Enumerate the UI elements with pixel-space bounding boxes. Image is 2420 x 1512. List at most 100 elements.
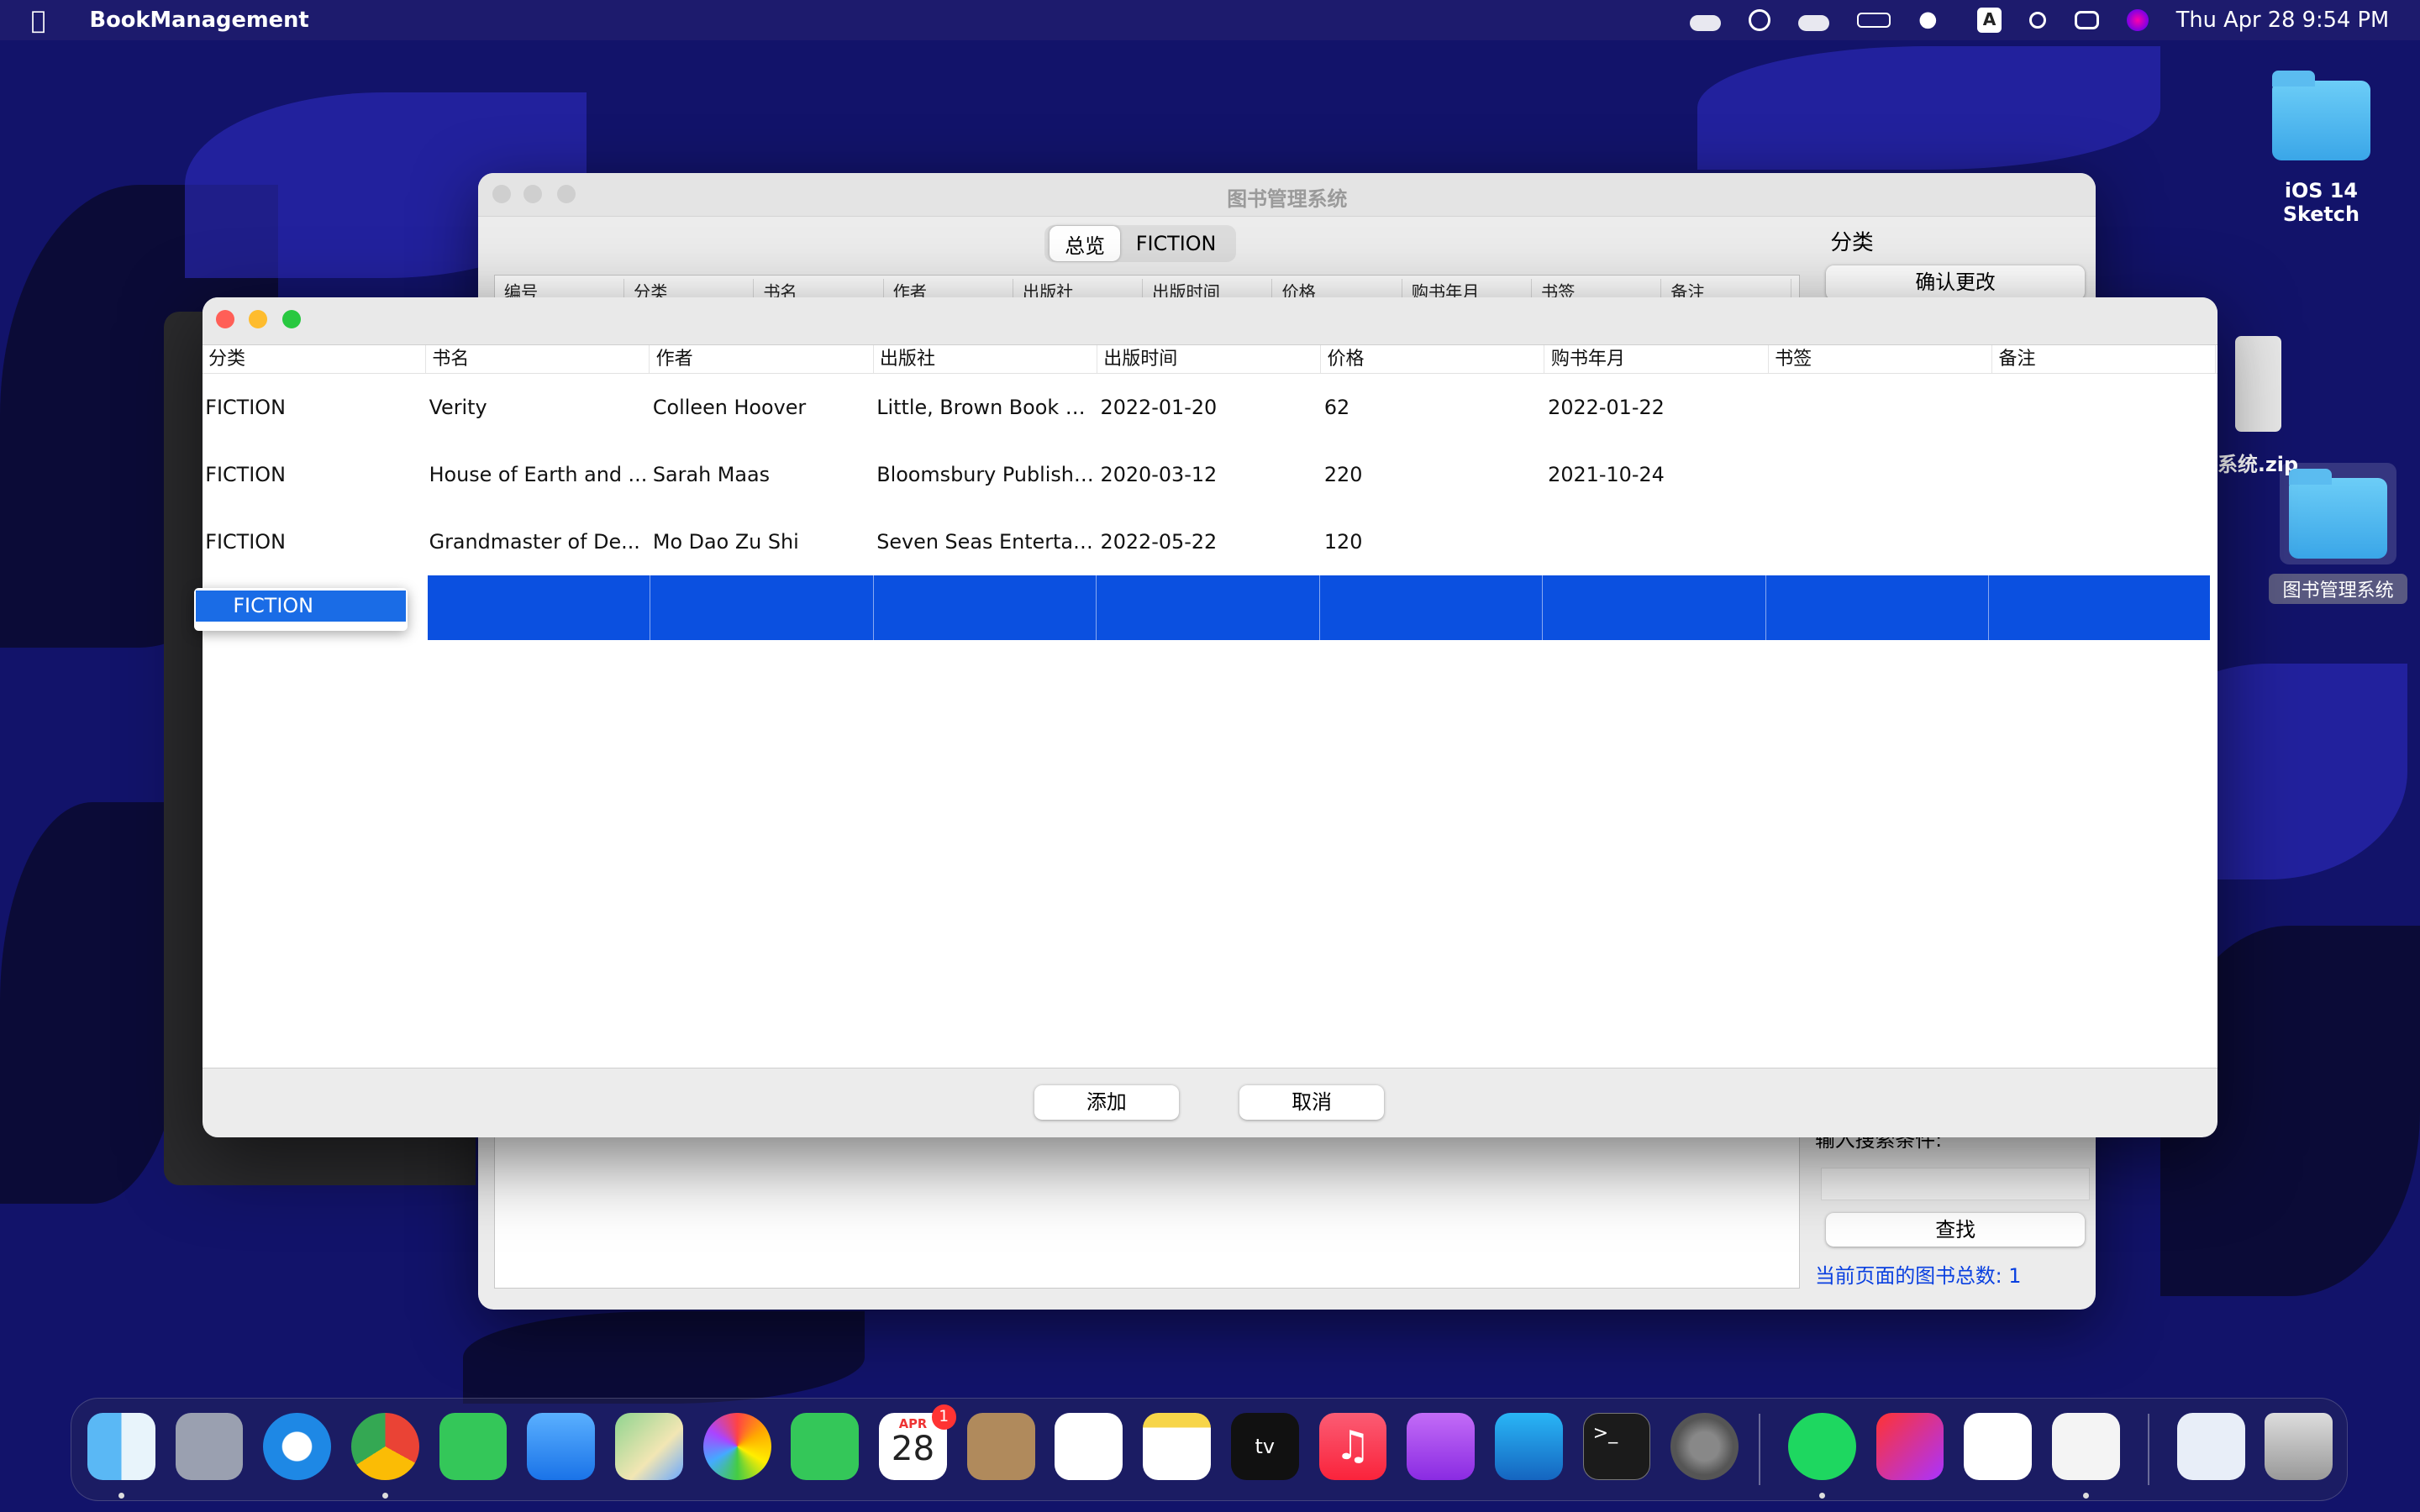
table-cell[interactable]: Verity [426,396,650,419]
column-header[interactable]: 出版社 [1013,278,1144,297]
editable-cell[interactable] [1097,575,1320,641]
add-book-dialog[interactable]: 分类 书名 作者 出版社 出版时间 价格 购书年月 书签 备注 FICTION … [202,297,2218,1137]
new-row-selected[interactable] [427,575,2210,641]
editable-cell[interactable] [1543,575,1766,641]
editable-cell[interactable] [1319,575,1544,641]
column-header-author[interactable]: 作者 [650,345,874,374]
table-cell[interactable]: Grandmaster of De... [426,530,650,554]
search-input[interactable] [1821,1168,2090,1201]
column-header[interactable]: 价格 [1272,278,1402,297]
column-header[interactable]: 出版时间 [1143,278,1273,297]
tab-fiction[interactable]: FICTION [1120,229,1231,259]
calendar-icon[interactable]: APR 28 1 [879,1404,956,1481]
battery-icon[interactable] [1856,12,1891,29]
column-header[interactable]: 购书年月 [1402,278,1532,297]
table-cell[interactable]: 2021-10-24 [1544,463,1768,486]
spotify-icon[interactable] [1787,1412,1856,1481]
table-row[interactable]: FICTION House of Earth and ... Sarah Maa… [203,441,2218,508]
column-header[interactable]: 书名 [754,278,884,297]
table-cell[interactable]: FICTION [203,463,426,486]
photos-icon[interactable] [702,1412,771,1481]
desktop-zip-file[interactable]: 系统.zip [2204,336,2312,476]
app-menu-name[interactable]: BookManagement [89,8,308,33]
music-icon[interactable]: ♫ [1318,1412,1387,1481]
column-header-category[interactable]: 分类 [203,345,426,374]
podcasts-icon[interactable] [1407,1412,1476,1481]
column-header[interactable]: 备注 [1661,278,1791,297]
column-header-bookmark[interactable]: 书签 [1769,345,1993,374]
finder-icon[interactable] [87,1412,155,1481]
control-center-icon[interactable] [2074,10,2099,29]
spotlight-search-icon[interactable] [2029,11,2047,29]
table-cell[interactable]: 120 [1321,530,1544,554]
contacts-icon[interactable] [966,1412,1035,1481]
table-cell[interactable]: Seven Seas Entertain... [874,530,1097,554]
tab-overview[interactable]: 总览 [1049,226,1121,262]
icloud-icon[interactable] [1690,15,1722,31]
minimize-button[interactable] [248,310,267,329]
desktop-folder-book-system[interactable]: 图书管理系统 [2268,463,2408,604]
table-cell[interactable]: Little, Brown Book G... [874,396,1097,419]
facetime-icon[interactable] [791,1412,860,1481]
table-cell[interactable]: FICTION [203,530,426,554]
creative-cloud-icon[interactable] [1876,1412,1944,1481]
desktop-folder-ios-sketch[interactable]: iOS 14 Sketch [2247,71,2395,226]
column-header-publish-date[interactable]: 出版时间 [1097,345,1322,374]
creative-cloud-icon[interactable] [1749,9,1770,31]
mail-icon[interactable] [527,1412,596,1481]
editable-cell[interactable] [873,575,1097,641]
background-dark-window-bottom[interactable] [200,1137,476,1185]
table-cell[interactable]: Sarah Maas [650,463,873,486]
table-cell[interactable]: Bloomsbury Publishing [874,463,1097,486]
table-cell[interactable]: FICTION [203,396,426,419]
table-cell[interactable]: 2022-01-22 [1544,396,1768,419]
column-header-purchase-date[interactable]: 购书年月 [1544,345,1769,374]
launchpad-icon[interactable] [175,1412,244,1481]
dropdown-option-fiction[interactable]: FICTION [196,591,407,622]
table-cell[interactable]: 220 [1321,463,1544,486]
column-header-price[interactable]: 价格 [1321,345,1545,374]
editable-cell[interactable] [1989,575,2210,641]
table-cell[interactable]: 2022-05-22 [1097,530,1321,554]
system-preferences-icon[interactable] [1670,1412,1739,1481]
column-header[interactable]: 编号 [495,278,625,297]
column-header-title[interactable]: 书名 [426,345,650,374]
close-button[interactable] [216,310,235,329]
column-header[interactable]: 书签 [1532,278,1662,297]
trash-icon[interactable] [2265,1412,2333,1481]
maps-icon[interactable] [615,1412,683,1481]
main-window-titlebar[interactable]: 图书管理系统 [478,172,2096,218]
add-button[interactable]: 添加 [1034,1085,1180,1120]
table-cell[interactable]: 2022-01-20 [1097,396,1321,419]
table-cell[interactable]: 62 [1321,396,1544,419]
documents-stack-icon[interactable] [2176,1412,2245,1481]
terminal-icon[interactable]: >_ [1582,1412,1651,1481]
search-button[interactable]: 查找 [1825,1212,2086,1247]
table-cell[interactable]: House of Earth and ... [426,463,650,486]
input-source-icon[interactable]: A [1976,8,2002,33]
confirm-change-button[interactable]: 确认更改 [1825,265,2086,300]
messages-icon[interactable] [439,1412,508,1481]
onedrive-icon[interactable] [1797,15,1829,31]
app-store-icon[interactable] [1494,1412,1563,1481]
table-row[interactable]: FICTION Verity Colleen Hoover Little, Br… [203,374,2218,441]
table-cell[interactable]: Mo Dao Zu Shi [650,530,873,554]
editable-cell[interactable] [427,575,651,641]
dialog-book-table[interactable]: 分类 书名 作者 出版社 出版时间 价格 购书年月 书签 备注 FICTION … [202,345,2218,1068]
apple-menu-icon[interactable]:  [31,6,59,34]
reminders-icon[interactable] [1055,1412,1123,1481]
tv-icon[interactable]: tv [1230,1412,1299,1481]
chrome-icon[interactable] [350,1412,419,1481]
table-cell[interactable]: 2020-03-12 [1097,463,1321,486]
siri-icon[interactable] [2126,9,2149,31]
editable-cell[interactable] [1765,575,1990,641]
category-dropdown-popup[interactable]: FICTION [194,587,408,632]
safari-icon[interactable] [263,1412,332,1481]
table-row[interactable]: FICTION Grandmaster of De... Mo Dao Zu S… [203,508,2218,575]
zoom-button[interactable] [282,310,302,329]
onedrive-icon[interactable] [1964,1412,2033,1481]
cancel-button[interactable]: 取消 [1239,1085,1385,1120]
column-header[interactable]: 分类 [624,278,755,297]
wifi-icon[interactable]: ● [1918,8,1949,31]
column-header-publisher[interactable]: 出版社 [874,345,1097,374]
